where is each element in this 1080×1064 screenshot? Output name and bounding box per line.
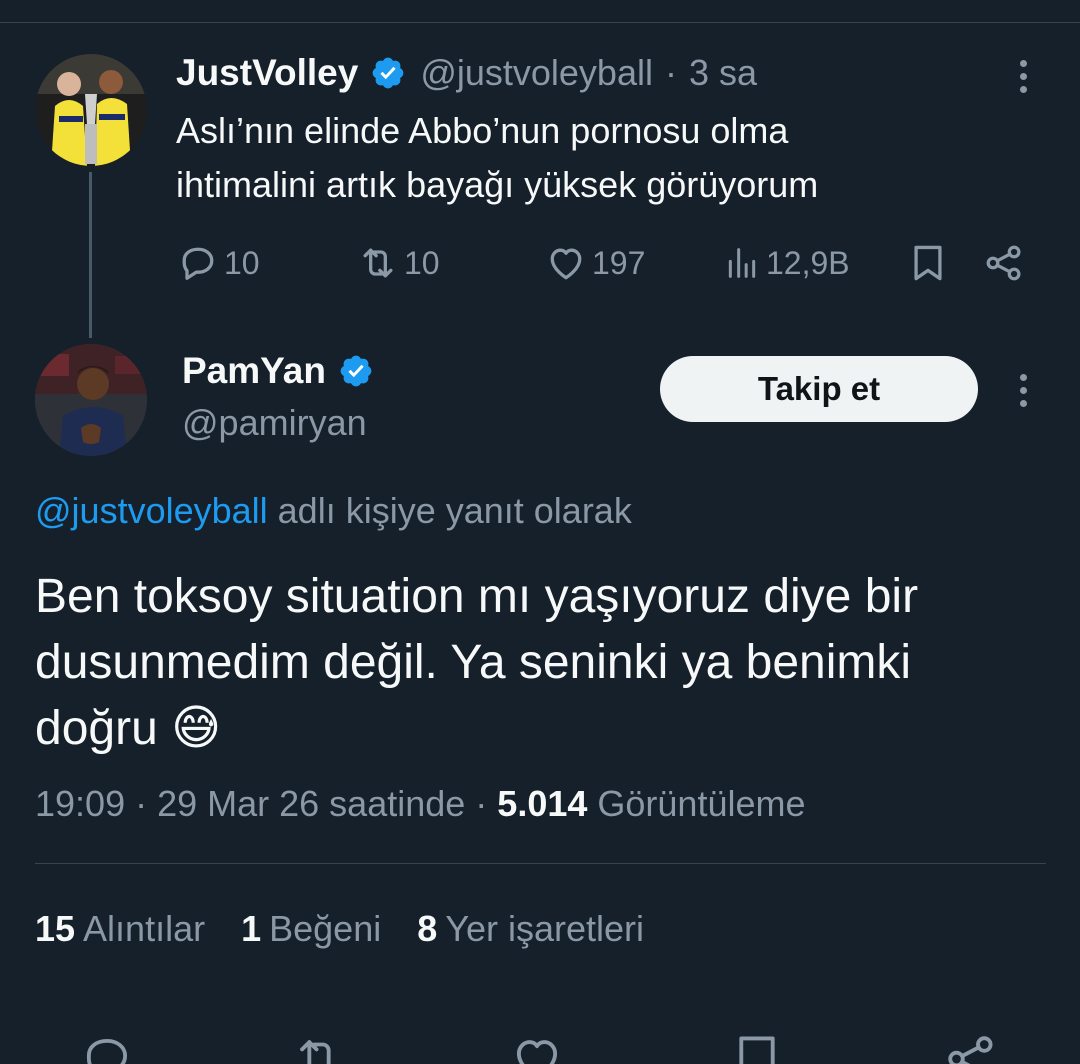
tweet-2-name-row: PamYan bbox=[182, 350, 374, 392]
stats-divider bbox=[35, 863, 1046, 864]
like-icon bbox=[516, 1040, 558, 1064]
justvolley-avatar[interactable] bbox=[35, 54, 147, 166]
reply-icon bbox=[182, 247, 214, 280]
bookmark-button[interactable] bbox=[906, 238, 950, 288]
tweet-1-display-name[interactable]: JustVolley bbox=[176, 52, 358, 94]
quotes-count: 15 bbox=[35, 908, 76, 949]
meta-separator: · bbox=[125, 783, 158, 824]
quotes-label: Alıntılar bbox=[83, 908, 206, 949]
replying-to: @justvoleyball adlı kişiye yanıt olarak bbox=[35, 490, 632, 532]
follow-button[interactable]: Takip et bbox=[660, 356, 978, 422]
likes-count: 1 bbox=[241, 908, 262, 949]
tweet-2-meta: 19:09 · 29 Mar 26 saatinde · 5.014 Görün… bbox=[35, 783, 806, 825]
reply-to-suffix: adlı kişiye yanıt olarak bbox=[267, 490, 632, 531]
tweet-2-date[interactable]: 29 Mar 26 saatinde bbox=[157, 783, 465, 824]
reply-icon bbox=[86, 1038, 128, 1064]
tweet-2-text-line: Ben toksoy situation mı yaşıyoruz diye b… bbox=[35, 570, 919, 623]
tweet-1-handle[interactable]: @justvoleyball bbox=[420, 52, 653, 94]
tweet-2-views-count: 5.014 bbox=[497, 783, 588, 824]
views-icon bbox=[728, 248, 756, 278]
meta-separator: · bbox=[465, 783, 498, 824]
tweet-2-handle[interactable]: @pamiryan bbox=[182, 402, 367, 444]
tweet-2-stats: 15 Alıntılar 1 Beğeni 8 Yer işaretleri bbox=[35, 908, 680, 950]
like-button[interactable] bbox=[508, 1030, 566, 1064]
bookmark-icon bbox=[739, 1036, 775, 1064]
reply-button[interactable]: 10 bbox=[176, 238, 260, 288]
views-button[interactable]: 12,9B bbox=[722, 238, 850, 288]
share-button[interactable] bbox=[942, 1030, 1000, 1064]
reply-count: 10 bbox=[224, 244, 260, 281]
retweet-icon bbox=[363, 248, 393, 278]
likes-stat[interactable]: 1 Beğeni bbox=[241, 908, 381, 950]
reply-to-mention-link[interactable]: @justvoleyball bbox=[35, 490, 268, 531]
retweet-button[interactable] bbox=[290, 1030, 348, 1064]
like-button[interactable]: 197 bbox=[544, 238, 645, 288]
more-icon[interactable] bbox=[1008, 370, 1038, 410]
views-count: 12,9B bbox=[766, 244, 850, 281]
tweet-2-text-line: doğru 😅 bbox=[35, 702, 222, 755]
bookmarks-count: 8 bbox=[417, 908, 438, 949]
bookmarks-label: Yer işaretleri bbox=[445, 908, 645, 949]
thread-connector-line bbox=[89, 172, 92, 338]
tweet-1-action-bar: 10 10 197 12,9B bbox=[176, 238, 1036, 288]
share-icon bbox=[948, 1036, 993, 1064]
tweet-1-time[interactable]: 3 sa bbox=[689, 52, 757, 94]
like-count: 197 bbox=[592, 244, 646, 281]
tweet-1-text-line: ihtimalini artık bayağı yüksek görüyorum bbox=[176, 164, 819, 205]
bookmark-icon bbox=[914, 245, 942, 281]
retweet-count: 10 bbox=[404, 244, 440, 281]
pamyan-avatar[interactable] bbox=[35, 344, 147, 456]
more-icon[interactable] bbox=[1008, 56, 1038, 96]
retweet-button[interactable]: 10 bbox=[356, 238, 440, 288]
share-button[interactable] bbox=[982, 238, 1026, 288]
tweet-1-text: Aslı’nın elinde Abbo’nun pornosu olma ih… bbox=[176, 104, 1036, 212]
bookmark-button[interactable] bbox=[728, 1030, 786, 1064]
quotes-stat[interactable]: 15 Alıntılar bbox=[35, 908, 205, 950]
tweet-1-header: JustVolley @justvoleyball · 3 sa bbox=[176, 50, 757, 96]
tweet-2-text: Ben toksoy situation mı yaşıyoruz diye b… bbox=[35, 564, 1045, 762]
like-icon bbox=[550, 248, 582, 280]
share-icon bbox=[986, 245, 1021, 281]
tweet-1-time-separator: · bbox=[664, 52, 677, 93]
tweet-2-action-bar bbox=[0, 1024, 1080, 1064]
tweet-2-time[interactable]: 19:09 bbox=[35, 783, 125, 824]
top-divider bbox=[0, 22, 1080, 23]
verified-badge-icon bbox=[370, 55, 406, 91]
tweet-2-display-name[interactable]: PamYan bbox=[182, 350, 326, 392]
bookmarks-stat[interactable]: 8 Yer işaretleri bbox=[417, 908, 644, 950]
likes-label: Beğeni bbox=[269, 908, 382, 949]
tweet-2-views-label: Görüntüleme bbox=[587, 783, 806, 824]
retweet-icon bbox=[300, 1040, 331, 1064]
tweet-2-text-line: dusunmedim değil. Ya seninki ya benimki bbox=[35, 636, 912, 689]
reply-button[interactable] bbox=[78, 1030, 136, 1064]
tweet-1-text-line: Aslı’nın elinde Abbo’nun pornosu olma bbox=[176, 110, 789, 151]
verified-badge-icon bbox=[338, 353, 374, 389]
